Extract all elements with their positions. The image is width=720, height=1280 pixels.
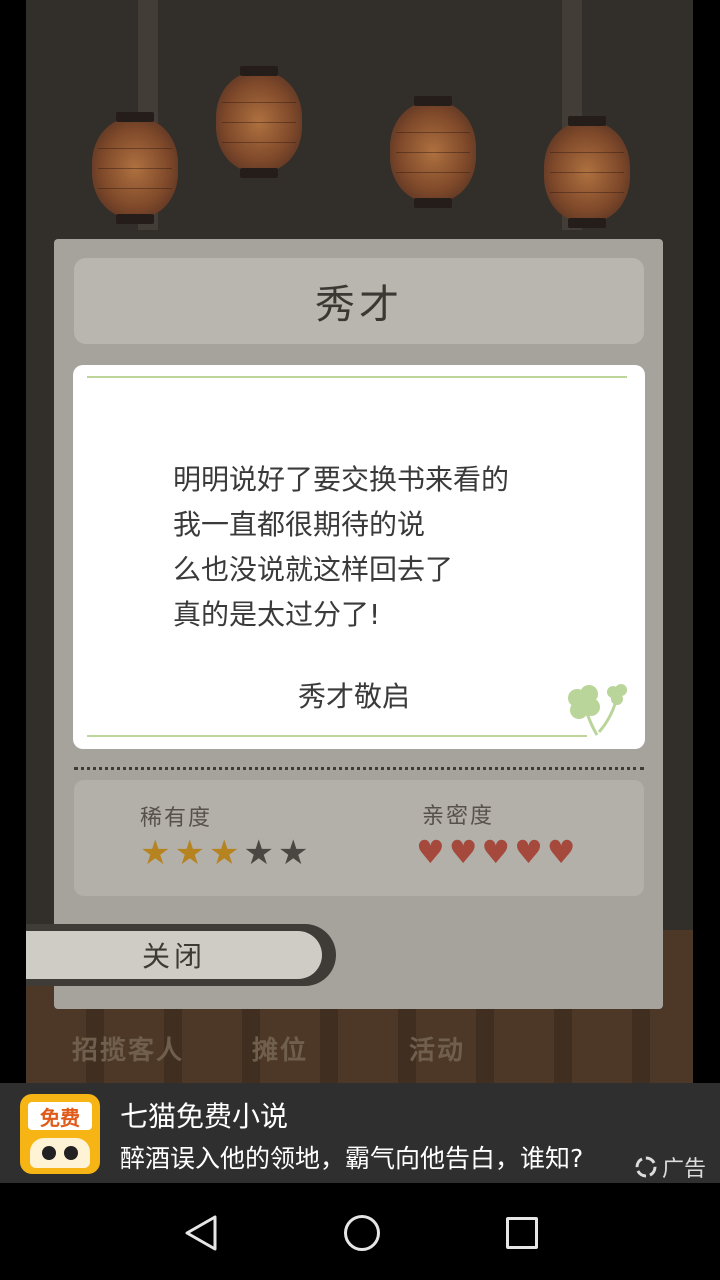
close-button[interactable]: 关闭 xyxy=(26,924,336,986)
star-icon: ★ xyxy=(243,833,274,873)
cat-face-icon xyxy=(30,1138,90,1168)
letter-signature: 秀才敬启 xyxy=(298,680,411,713)
letter-bottom-line xyxy=(87,735,587,737)
letter-text: 明明说好了要交换书来看的 我一直都很期待的说 么也没说就这样回去了 真的是太过分… xyxy=(173,457,509,637)
letter-line: 明明说好了要交换书来看的 xyxy=(173,463,510,496)
letter-top-line xyxy=(87,376,627,378)
ad-app-icon[interactable]: 免费 xyxy=(20,1094,100,1174)
star-icon: ★ xyxy=(277,833,309,873)
close-button-label[interactable]: 关闭 xyxy=(26,931,322,979)
heart-icon: ♥ xyxy=(416,833,445,871)
letter-card: 明明说好了要交换书来看的 我一直都很期待的说 么也没说就这样回去了 真的是太过分… xyxy=(73,365,645,749)
ad-description[interactable]: 醉酒误入他的领地，霸气向他告白，谁知? xyxy=(120,1139,583,1175)
ad-label-text: 广告 xyxy=(662,1157,707,1182)
stats-panel: 稀有度 ★ ★ ★ ★ ★ 亲密度 ♥ ♥ ♥ ♥ ♥ xyxy=(74,780,644,896)
heart-icon: ♥ xyxy=(481,833,511,871)
divider xyxy=(74,767,644,770)
star-icon: ★ xyxy=(208,833,240,873)
star-icon: ★ xyxy=(174,833,205,873)
ad-banner[interactable]: 免费 七猫免费小说 醉酒误入他的领地，霸气向他告白，谁知? 广告 xyxy=(0,1083,720,1183)
rarity-stars: ★ ★ ★ ★ ★ xyxy=(140,836,308,870)
ad-label[interactable]: 广告 xyxy=(634,1151,706,1183)
dialog-title: 秀才 xyxy=(74,258,644,344)
ad-icon-text: 免费 xyxy=(28,1102,92,1130)
heart-icon: ♥ xyxy=(448,833,478,871)
home-icon[interactable] xyxy=(344,1215,380,1251)
letter-line: 我一直都很期待的说 xyxy=(173,508,426,541)
heart-icon: ♥ xyxy=(546,833,576,871)
star-icon: ★ xyxy=(140,833,171,873)
intimacy-label: 亲密度 xyxy=(422,804,495,829)
ad-title[interactable]: 七猫免费小说 xyxy=(120,1095,288,1135)
heart-icon: ♥ xyxy=(514,833,543,871)
letter-line: 么也没说就这样回去了 xyxy=(173,553,454,586)
letter-line: 真的是太过分了! xyxy=(173,598,381,631)
back-icon[interactable] xyxy=(184,1214,218,1252)
recent-apps-icon[interactable] xyxy=(506,1217,538,1249)
clover-icon xyxy=(568,684,627,736)
intimacy-hearts: ♥ ♥ ♥ ♥ ♥ xyxy=(416,836,575,868)
rarity-label: 稀有度 xyxy=(140,806,213,831)
ad-choices-icon xyxy=(635,1156,657,1178)
